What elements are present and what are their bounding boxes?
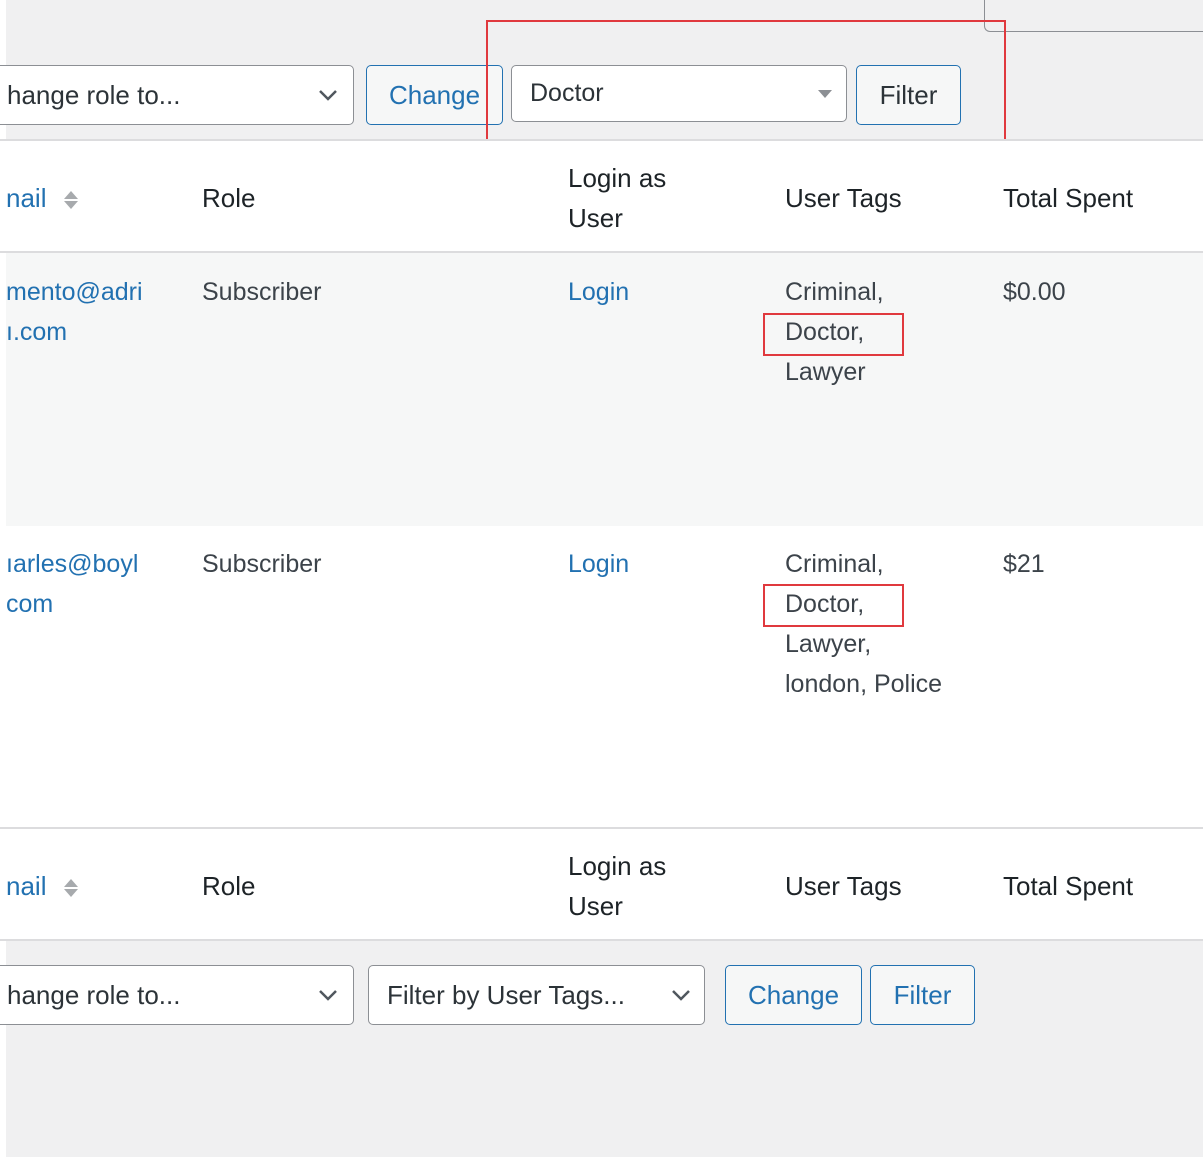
column-header-role: Role [202, 183, 256, 213]
sort-icon [63, 879, 78, 898]
corner-border [984, 0, 1203, 32]
row2-login-link[interactable]: Login [568, 544, 629, 584]
row1-tag-1: Criminal, [785, 278, 884, 306]
row1-login-link[interactable]: Login [568, 272, 629, 312]
row1-email-link[interactable]: mento@adri ı.com [6, 272, 143, 352]
sort-icon [63, 191, 78, 210]
filter-button-bottom[interactable]: Filter [870, 965, 975, 1025]
bulk-role-select-bottom-value: hange role to... [7, 979, 181, 1010]
footer-column-total-spent: Total Spent [1003, 871, 1134, 901]
chevron-down-icon [317, 84, 339, 106]
bulk-role-select-top[interactable]: hange role to... [0, 65, 354, 125]
chevron-down-icon [670, 984, 692, 1006]
email-header-label: nail [6, 183, 47, 213]
highlight-box-row2-doctor [763, 584, 904, 627]
footer-login-line-1: Login as [568, 851, 667, 881]
row1-tag-3: Lawyer [785, 358, 866, 386]
change-button-bottom[interactable]: Change [725, 965, 862, 1025]
row2-email-line-1: ıarles@boyl [6, 550, 139, 578]
footer-column-user-tags: User Tags [785, 871, 902, 901]
row1-email-line-1: mento@adri [6, 278, 143, 306]
row2-tag-1: Criminal, [785, 550, 884, 578]
change-button-top[interactable]: Change [366, 65, 503, 125]
row1-role: Subscriber [202, 278, 322, 306]
user-tag-filter-select-bottom[interactable]: Filter by User Tags... [368, 965, 705, 1025]
row2-email-line-2: com [6, 590, 54, 618]
row1-email-line-2: ı.com [6, 318, 68, 346]
user-tag-filter-bottom-value: Filter by User Tags... [387, 979, 625, 1010]
footer-column-login-as-user: Login as User [568, 846, 666, 926]
row2-tag-3: Lawyer, [785, 630, 872, 658]
bulk-role-select-bottom[interactable]: hange role to... [0, 965, 354, 1025]
table-bottom-border [0, 939, 1203, 941]
bulk-role-select-value: hange role to... [7, 79, 181, 110]
row2-email-link[interactable]: ıarles@boyl com [6, 544, 138, 624]
column-header-login-as-user: Login as User [568, 158, 666, 238]
row2-total-spent: $21 [1003, 550, 1045, 578]
footer-column-role: Role [202, 871, 256, 901]
footer-login-line-2: User [568, 891, 623, 921]
row1-total-spent: $0.00 [1003, 278, 1066, 306]
footer-column-email[interactable]: nail [6, 866, 78, 906]
column-header-email[interactable]: nail [6, 178, 78, 218]
highlight-box-row1-doctor [763, 313, 904, 356]
login-header-line-1: Login as [568, 163, 667, 193]
column-header-total-spent: Total Spent [1003, 183, 1134, 213]
footer-email-label: nail [6, 871, 47, 901]
row2-tag-4: london, Police [785, 670, 943, 698]
column-header-user-tags: User Tags [785, 183, 902, 213]
login-header-line-2: User [568, 203, 623, 233]
chevron-down-icon [317, 984, 339, 1006]
row2-role: Subscriber [202, 550, 322, 578]
